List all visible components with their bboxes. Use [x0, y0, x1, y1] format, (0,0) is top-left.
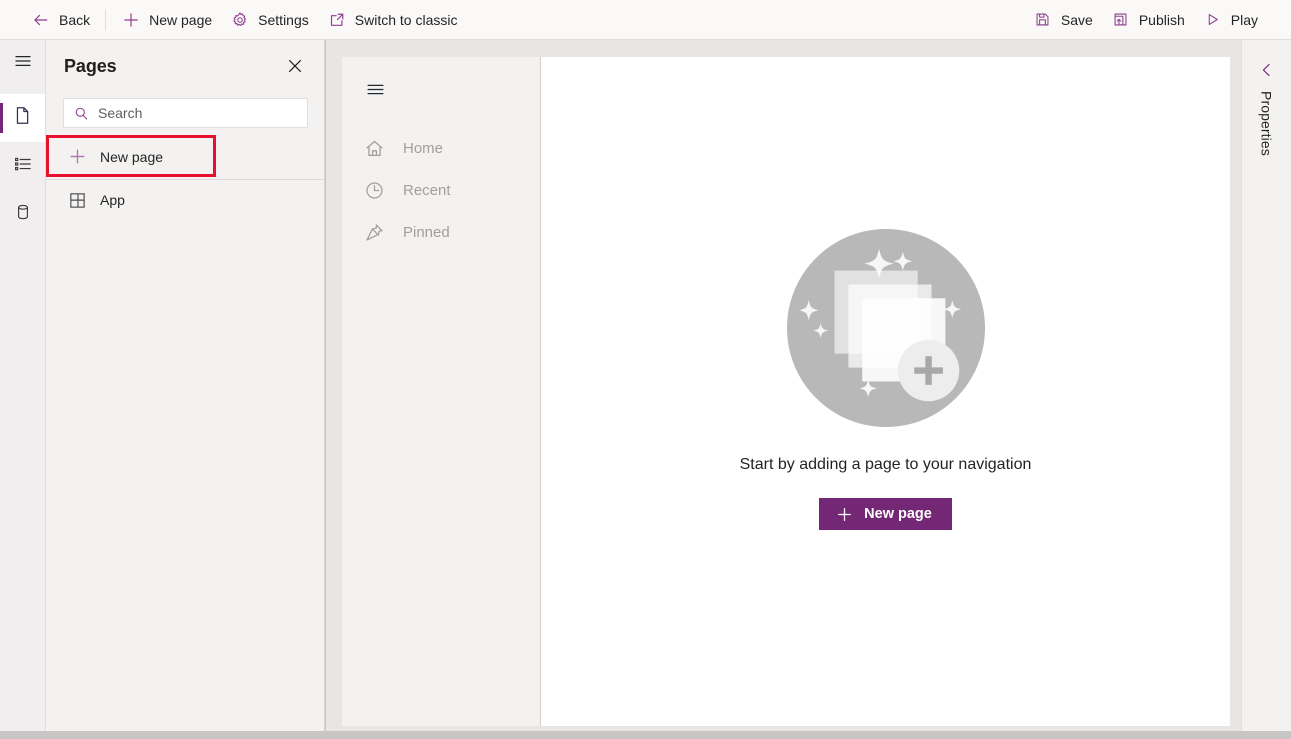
app-nav-items: Home Recent: [342, 127, 540, 253]
save-label: Save: [1061, 13, 1093, 27]
settings-button[interactable]: Settings: [221, 2, 318, 38]
list-item-app-label: App: [100, 192, 125, 208]
app-preview-frame: Home Recent: [342, 57, 1230, 726]
clock-icon: [363, 179, 385, 201]
back-label: Back: [59, 13, 90, 27]
empty-state-message: Start by adding a page to your navigatio…: [740, 456, 1032, 474]
hamburger-icon: [13, 51, 33, 76]
new-page-row-container: New page: [46, 137, 324, 176]
app-nav-hamburger[interactable]: [342, 57, 540, 106]
rail-item-navigation[interactable]: [0, 142, 45, 190]
app-root: Back New page Settings: [0, 0, 1291, 739]
new-page-command-label: New page: [149, 13, 212, 27]
search-icon: [74, 106, 89, 121]
chevron-left-icon[interactable]: [1259, 62, 1275, 78]
app-nav-item-recent[interactable]: Recent: [342, 169, 540, 211]
rail-item-data[interactable]: [0, 190, 45, 238]
new-page-list-item-label: New page: [100, 149, 163, 165]
new-page-primary-button-label: New page: [864, 506, 932, 522]
play-button[interactable]: Play: [1194, 2, 1267, 38]
app-nav-item-home[interactable]: Home: [342, 127, 540, 169]
plus-icon: [835, 505, 853, 523]
app-nav-item-recent-label: Recent: [403, 182, 451, 199]
plus-icon: [121, 10, 141, 30]
pages-panel-header: Pages: [46, 40, 324, 92]
play-label: Play: [1231, 13, 1258, 27]
search-container: [46, 92, 324, 128]
save-disk-icon: [1033, 10, 1053, 30]
app-nav-item-home-label: Home: [403, 140, 443, 157]
command-bar: Back New page Settings: [0, 0, 1291, 40]
app-navigation-rail: Home Recent: [342, 57, 541, 726]
close-icon[interactable]: [282, 53, 308, 79]
publish-upload-icon: [1111, 10, 1131, 30]
stacked-pages-add-illustration: [787, 229, 985, 427]
play-triangle-icon: [1203, 10, 1223, 30]
settings-label: Settings: [258, 13, 309, 27]
app-grid-icon: [67, 190, 87, 210]
new-page-primary-button[interactable]: New page: [819, 498, 952, 530]
publish-button[interactable]: Publish: [1102, 2, 1194, 38]
rail-item-pages[interactable]: [0, 94, 45, 142]
save-button[interactable]: Save: [1024, 2, 1102, 38]
left-icon-rail: [0, 40, 46, 731]
back-button[interactable]: Back: [22, 2, 99, 38]
gear-icon: [230, 10, 250, 30]
app-nav-item-pinned[interactable]: Pinned: [342, 211, 540, 253]
new-page-list-item[interactable]: New page: [46, 137, 324, 176]
window-bottom-strip: [0, 731, 1291, 739]
page-icon: [12, 105, 33, 131]
app-content-area: Start by adding a page to your navigatio…: [541, 57, 1230, 726]
pin-icon: [363, 221, 385, 243]
rail-spacer: [0, 86, 45, 94]
plus-icon: [67, 147, 87, 167]
database-icon: [13, 202, 33, 227]
switch-to-classic-label: Switch to classic: [355, 13, 458, 27]
command-bar-divider: [105, 9, 106, 31]
command-bar-left-group: Back New page Settings: [0, 2, 466, 38]
new-page-command[interactable]: New page: [112, 2, 221, 38]
tree-list-icon: [13, 154, 33, 179]
external-link-icon: [327, 10, 347, 30]
home-icon: [363, 137, 385, 159]
publish-label: Publish: [1139, 13, 1185, 27]
command-bar-right-group: Save Publish Play: [1024, 2, 1291, 38]
hamburger-icon: [364, 88, 387, 105]
app-nav-item-pinned-label: Pinned: [403, 224, 450, 241]
search-box[interactable]: [63, 98, 308, 128]
search-input[interactable]: [98, 105, 298, 121]
list-item-app[interactable]: App: [46, 180, 324, 220]
arrow-left-icon: [31, 10, 51, 30]
switch-to-classic-button[interactable]: Switch to classic: [318, 2, 467, 38]
properties-panel-label: Properties: [1259, 91, 1275, 156]
canvas-area: Home Recent: [326, 40, 1241, 731]
pages-panel: Pages: [46, 40, 325, 731]
rail-item-menu[interactable]: [0, 40, 45, 86]
properties-panel[interactable]: Properties: [1241, 40, 1291, 731]
page-title: Pages: [64, 56, 117, 77]
